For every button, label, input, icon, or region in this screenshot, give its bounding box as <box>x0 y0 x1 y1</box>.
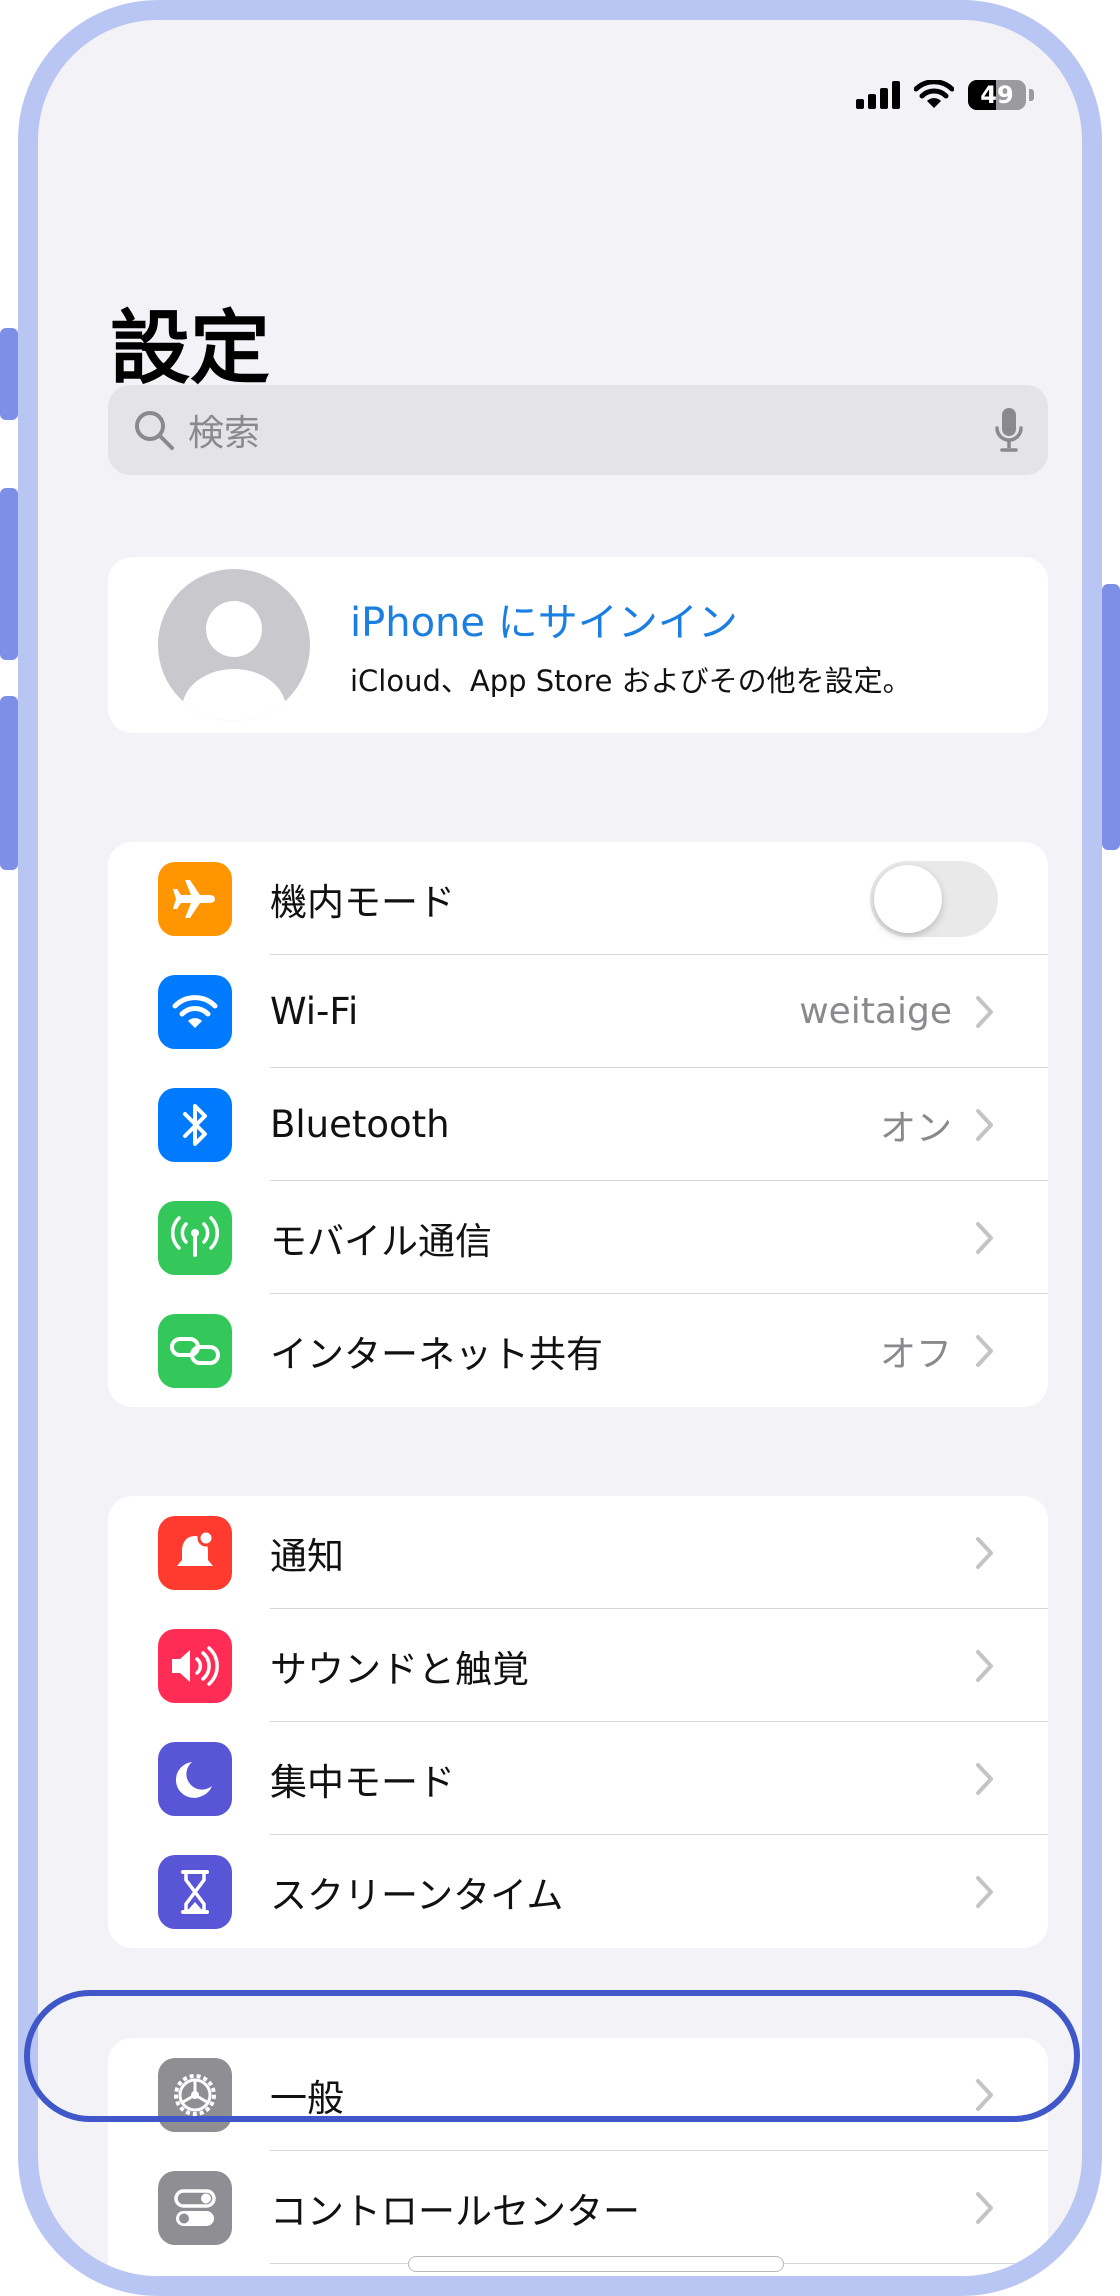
page-title: 設定 <box>110 302 270 395</box>
screen-time-label: スクリーンタイム <box>270 1873 564 1917</box>
bell-icon <box>158 1515 232 1590</box>
microphone-icon[interactable] <box>994 406 1024 454</box>
notifications-label: 通知 <box>270 1534 344 1578</box>
antenna-icon <box>158 1200 232 1275</box>
chevron-right-icon <box>974 1761 996 1797</box>
airplane-mode-label: 機内モード <box>270 880 455 924</box>
chevron-right-icon <box>974 1333 996 1369</box>
battery-level: 49 <box>980 81 1014 109</box>
general-highlight-ring <box>24 1990 1080 2122</box>
row-notifications[interactable]: 通知 <box>108 1496 1048 1609</box>
row-bluetooth[interactable]: Bluetooth オン <box>108 1068 1048 1181</box>
hotspot-label: インターネット共有 <box>270 1332 603 1376</box>
sign-in-title: iPhone にサインイン <box>350 600 738 646</box>
row-wifi[interactable]: Wi-Fi weitaige <box>108 955 1048 1068</box>
signal-icon <box>856 81 900 109</box>
action-button <box>0 328 18 420</box>
notifications-group: 通知 サウンドと触覚 集中モード スクリーンタイム <box>108 1496 1048 1948</box>
bluetooth-value: オン <box>879 1107 952 1149</box>
row-focus[interactable]: 集中モード <box>108 1722 1048 1835</box>
moon-icon <box>158 1741 232 1816</box>
focus-label: 集中モード <box>270 1760 455 1804</box>
battery-icon: 49 <box>968 80 1026 110</box>
status-bar: 49 <box>856 80 1034 110</box>
display-icon <box>158 2284 232 2296</box>
home-indicator[interactable] <box>408 2256 784 2272</box>
row-screen-time[interactable]: スクリーンタイム <box>108 1835 1048 1948</box>
chevron-right-icon <box>974 1220 996 1256</box>
control-center-label: コントロールセンター <box>270 2189 640 2233</box>
chevron-right-icon <box>974 2190 996 2226</box>
sign-in-subtitle: iCloud、App Store およびその他を設定。 <box>350 664 912 698</box>
wifi-label: Wi-Fi <box>270 990 359 1033</box>
network-group: 機内モード Wi-Fi weitaige Bluetooth オン モバイル通信… <box>108 842 1048 1407</box>
search-placeholder: 検索 <box>188 413 261 454</box>
person-icon <box>182 601 286 721</box>
hourglass-icon <box>158 1854 232 1929</box>
avatar <box>158 569 310 721</box>
search-field[interactable]: 検索 <box>108 385 1048 475</box>
volume-up-button <box>0 488 18 660</box>
chevron-right-icon <box>974 1107 996 1143</box>
settings-screen: 49 設定 検索 iPhone にサインイン iCloud、App Store … <box>38 20 1082 2276</box>
airplane-mode-toggle[interactable] <box>870 860 998 937</box>
phone-frame: 49 設定 検索 iPhone にサインイン iCloud、App Store … <box>18 0 1102 2296</box>
chevron-right-icon <box>974 1535 996 1571</box>
chevron-right-icon <box>974 1874 996 1910</box>
row-cellular[interactable]: モバイル通信 <box>108 1181 1048 1294</box>
search-icon <box>135 411 174 450</box>
row-airplane-mode[interactable]: 機内モード <box>108 842 1048 955</box>
row-control-center[interactable]: コントロールセンター <box>108 2151 1048 2264</box>
volume-down-button <box>0 696 18 870</box>
bluetooth-label: Bluetooth <box>270 1103 450 1146</box>
sign-in-card[interactable]: iPhone にサインイン iCloud、App Store およびその他を設定… <box>108 557 1048 733</box>
wifi-status-icon <box>914 80 954 108</box>
wifi-value: weitaige <box>799 991 952 1032</box>
hotspot-value: オフ <box>879 1333 952 1375</box>
cellular-label: モバイル通信 <box>270 1219 492 1263</box>
power-button <box>1102 584 1120 850</box>
switches-icon <box>158 2170 232 2245</box>
row-personal-hotspot[interactable]: インターネット共有 オフ <box>108 1294 1048 1407</box>
airplane-icon <box>158 861 232 936</box>
wifi-icon <box>158 974 232 1049</box>
chevron-right-icon <box>974 1648 996 1684</box>
chevron-right-icon <box>974 994 996 1030</box>
link-icon <box>158 1313 232 1388</box>
speaker-icon <box>158 1628 232 1703</box>
sounds-label: サウンドと触覚 <box>270 1647 529 1691</box>
row-sounds[interactable]: サウンドと触覚 <box>108 1609 1048 1722</box>
bluetooth-icon <box>158 1087 232 1162</box>
